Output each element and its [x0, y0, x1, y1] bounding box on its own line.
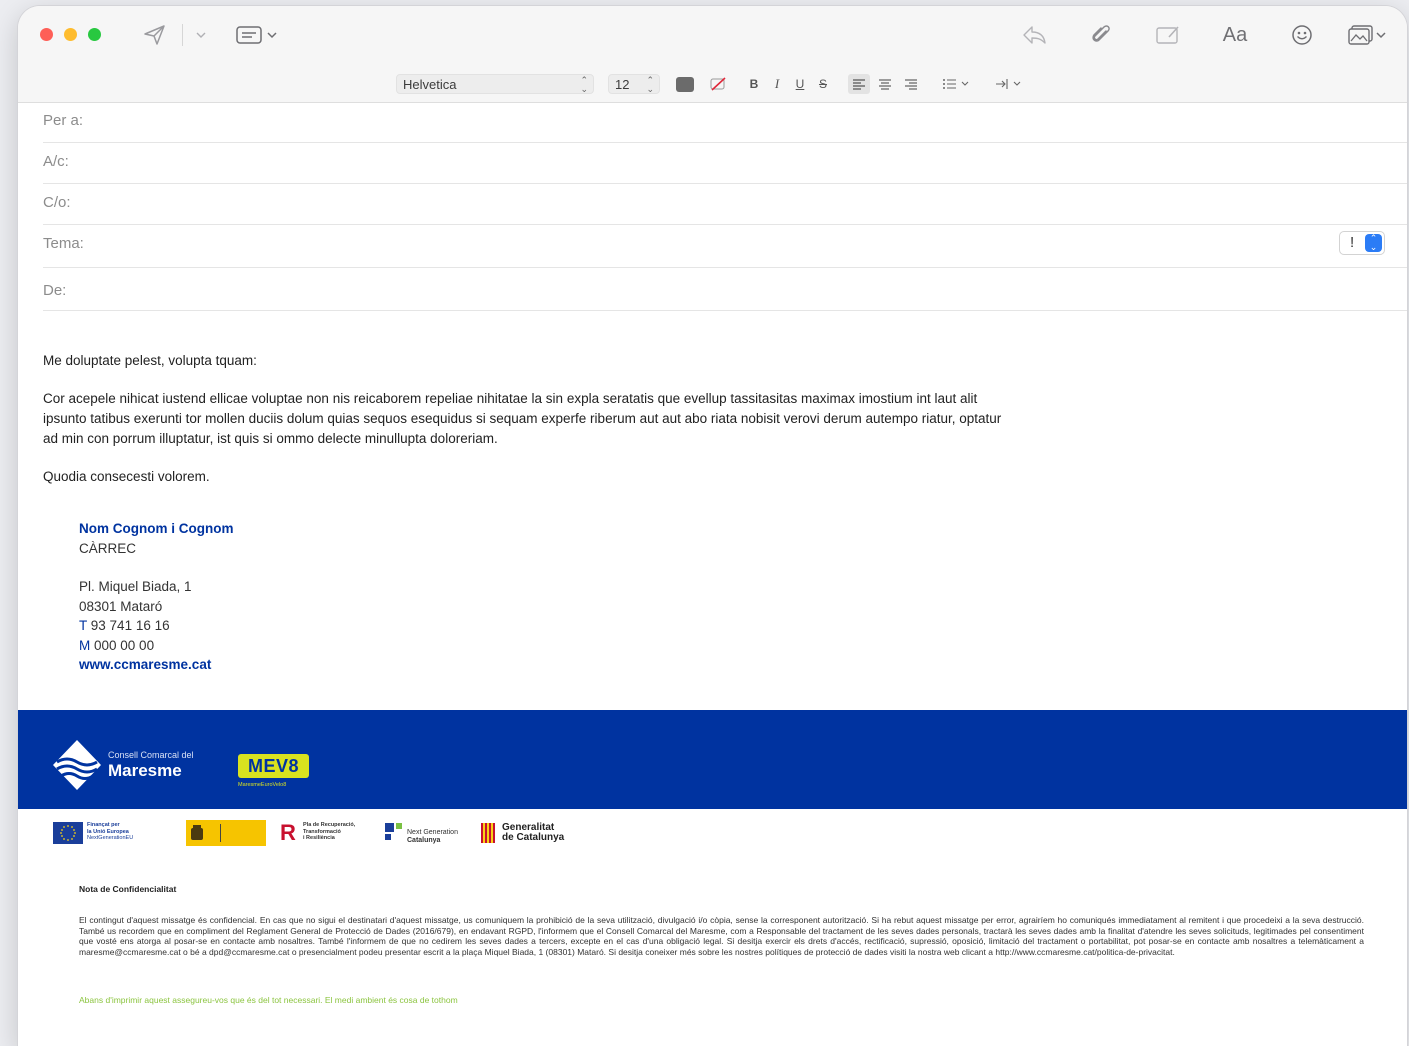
zoom-window-button[interactable]: [88, 28, 101, 41]
italic-button[interactable]: I: [768, 74, 786, 94]
emoji-button[interactable]: [1289, 22, 1315, 48]
markup-icon: [1156, 26, 1179, 44]
font-size-value: 12: [615, 77, 630, 92]
greeting-text: Me doluptate pelest, volupta tquam:: [43, 353, 257, 368]
cc-field[interactable]: A/c:: [43, 143, 1407, 184]
bcc-label: C/o:: [43, 194, 71, 211]
consell-name: Maresme: [108, 761, 182, 780]
subject-label: Tema:: [43, 235, 84, 252]
markup-button[interactable]: [1154, 22, 1182, 48]
priority-select[interactable]: ! ⌃ ⌄: [1339, 231, 1385, 255]
reply-icon: [1023, 26, 1046, 44]
align-left-button[interactable]: [848, 74, 870, 94]
mobile-number: 000 00 00: [94, 637, 155, 653]
bcc-field[interactable]: C/o:: [43, 184, 1407, 225]
photo-browser-button[interactable]: [1346, 22, 1388, 48]
priority-value: !: [1350, 234, 1355, 251]
format-button[interactable]: Aa: [1220, 22, 1250, 48]
signature-name: Nom Cognom i Cognom: [79, 521, 234, 536]
attach-button[interactable]: [1088, 21, 1114, 49]
select-arrows-icon: ⌃ ⌄: [1365, 234, 1382, 252]
format-bar: Helvetica ⌃ ⌄ 12 ⌃ ⌄ B I U S: [18, 64, 1407, 103]
body-paragraph: Cor acepele nihicat iustend ellicae volu…: [43, 391, 1002, 446]
chevron-down-icon: [196, 32, 206, 38]
align-right-icon: [905, 79, 917, 90]
font-size-select[interactable]: 12 ⌃ ⌄: [608, 74, 660, 94]
attachment-icon: [1092, 25, 1110, 42]
indent-button[interactable]: [994, 74, 1026, 94]
signature-address-line2: 08301 Mataró: [79, 598, 163, 614]
consell-comarcal-logo-icon: [53, 740, 101, 790]
consell-small-text: Consell Comarcal del: [108, 750, 194, 760]
font-family-value: Helvetica: [403, 77, 457, 92]
mev8-subtitle: MaresmeEuroVelo8: [238, 782, 287, 788]
header-fields-button[interactable]: [234, 23, 280, 47]
signature-address-line1: Pl. Miquel Biada, 1: [79, 579, 192, 594]
header-fields-icon: [236, 26, 277, 44]
align-right-button[interactable]: [900, 74, 922, 94]
confidentiality-text: El contingut d'aquest missatge és confid…: [79, 915, 1364, 957]
from-label: De:: [43, 282, 67, 299]
bold-button[interactable]: B: [745, 74, 763, 94]
minimize-window-button[interactable]: [64, 28, 77, 41]
toolbar: Aa: [18, 6, 1407, 64]
format-icon: Aa: [1222, 23, 1248, 46]
toolbar-divider: [182, 24, 183, 46]
brand-banner: Consell Comarcal del Maresme MEV8 Maresm…: [18, 710, 1407, 809]
list-icon: [943, 79, 969, 89]
generalitat-text: Generalitat de Catalunya: [502, 822, 565, 843]
indent-icon: [996, 79, 1021, 89]
next-generation-text: Next Generation Catalunya: [407, 829, 458, 844]
background-color-icon: [710, 77, 726, 91]
signature: Nom Cognom i Cognom CÀRREC Pl. Miquel Bi…: [79, 519, 233, 675]
website-link[interactable]: www.ccmaresme.cat: [79, 657, 211, 672]
mobile-label: M: [79, 637, 91, 653]
mail-compose-window: Aa Helvetica ⌃ ⌄ 12 ⌃ ⌄ B I U S Per a: A…: [18, 6, 1407, 1046]
background-color-button[interactable]: [708, 74, 728, 94]
message-body[interactable]: Me doluptate pelest, volupta tquam: Cor …: [43, 351, 1003, 487]
send-button[interactable]: [142, 23, 168, 47]
phone-number: 93 741 16 16: [90, 618, 170, 633]
prtr-text: Pla de Recuperació, Transformació i Resi…: [303, 822, 356, 841]
emoji-icon: [1292, 25, 1312, 45]
from-field[interactable]: De:: [43, 268, 1407, 311]
strikethrough-button[interactable]: S: [814, 74, 832, 94]
reply-button[interactable]: [1020, 22, 1048, 48]
select-arrows-icon: ⌃ ⌄: [646, 75, 654, 94]
phone-label: T: [79, 618, 88, 633]
align-center-button[interactable]: [874, 74, 896, 94]
eu-funding-text: Finançat per la Unió Europea NextGenerat…: [87, 822, 134, 841]
to-label: Per a:: [43, 112, 84, 129]
signature-role: CÀRREC: [79, 540, 137, 556]
closing-text: Quodia consecesti volorem.: [43, 469, 210, 484]
align-center-icon: [879, 79, 891, 90]
funders-strip: Finançat per la Unió Europea NextGenerat…: [18, 809, 1407, 859]
mev8-logo: MEV8: [238, 754, 309, 778]
subject-field[interactable]: Tema: ! ⌃ ⌄: [43, 225, 1407, 268]
font-family-select[interactable]: Helvetica ⌃ ⌄: [396, 74, 594, 94]
generalitat-logo-icon: [481, 823, 495, 843]
photo-browser-icon: [1348, 25, 1386, 45]
underline-button[interactable]: U: [791, 74, 809, 94]
align-left-icon: [853, 79, 865, 90]
send-icon: [144, 25, 165, 45]
send-options-dropdown[interactable]: [192, 26, 210, 44]
prtr-logo-icon: R: [280, 820, 296, 845]
eu-flag-icon: [53, 822, 83, 844]
spain-crest-icon: [191, 825, 203, 840]
cc-label: A/c:: [43, 153, 69, 170]
select-arrows-icon: ⌃ ⌄: [580, 75, 588, 94]
eco-notice: Abans d'imprimir aquest assegureu-vos qu…: [79, 995, 458, 1005]
list-button[interactable]: [940, 74, 974, 94]
confidentiality-title: Nota de Confidencialitat: [79, 884, 177, 894]
close-window-button[interactable]: [40, 28, 53, 41]
text-color-button[interactable]: [676, 77, 694, 92]
to-field[interactable]: Per a:: [43, 102, 1407, 143]
gobierno-espana-logo: [186, 820, 266, 846]
